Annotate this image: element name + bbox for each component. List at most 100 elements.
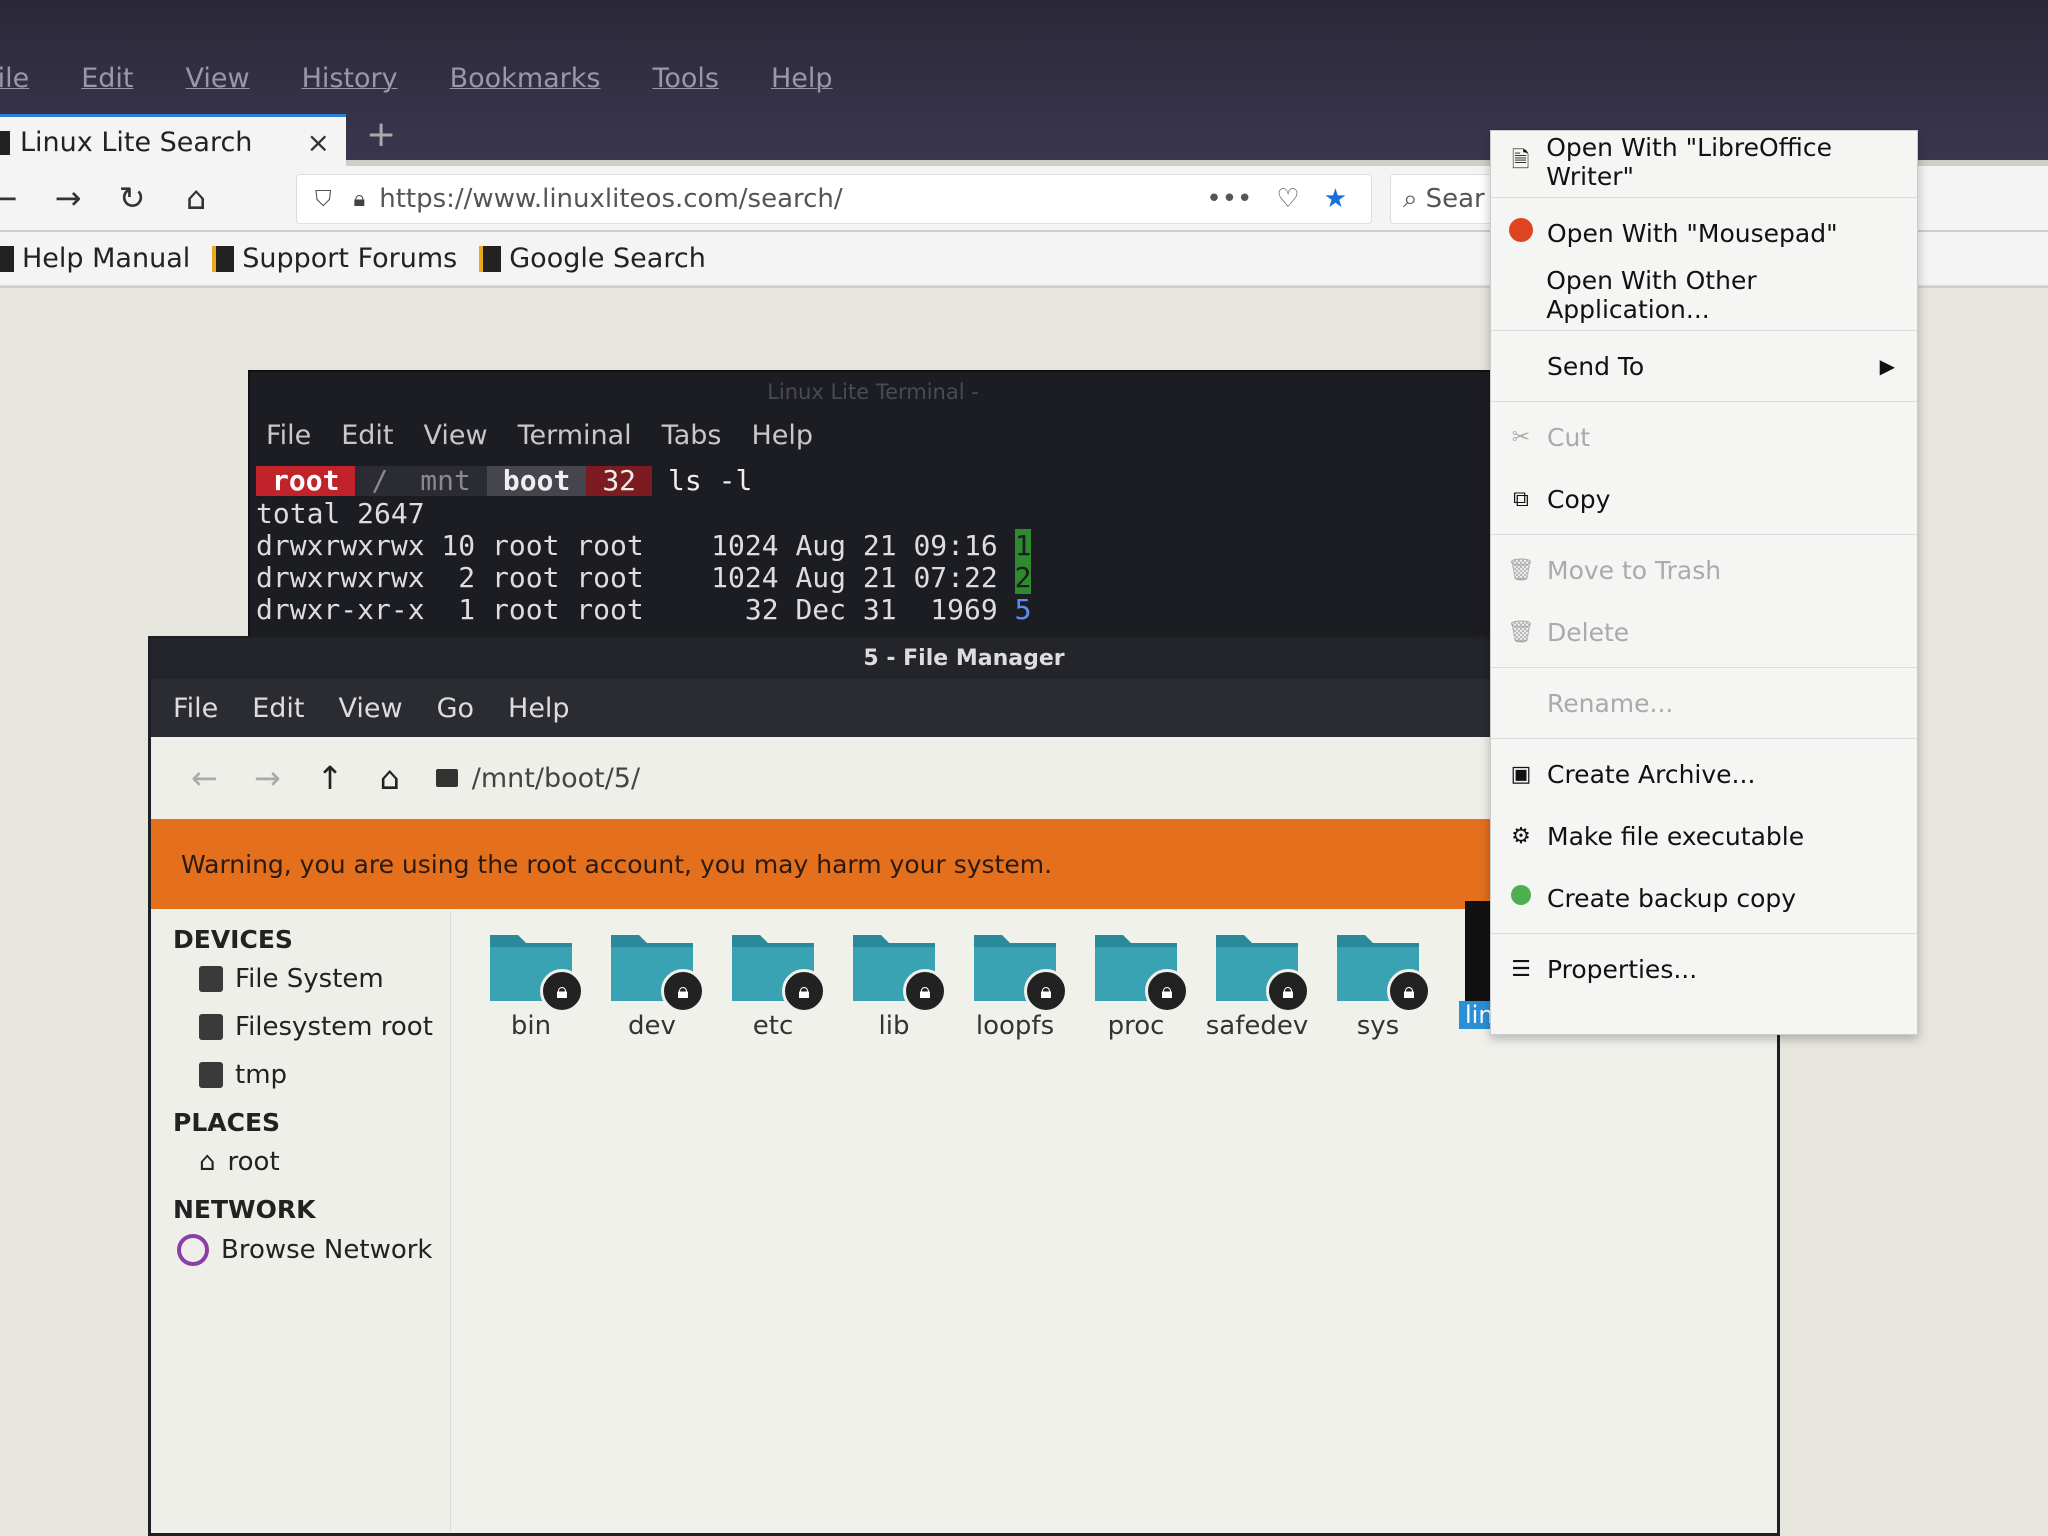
- terminal-line: total 2647: [256, 498, 1496, 530]
- reload-icon[interactable]: ↻: [118, 179, 146, 217]
- url-text[interactable]: https://www.linuxliteos.com/search/: [379, 184, 1206, 214]
- terminal-menu-file[interactable]: File: [266, 420, 311, 451]
- folder-item[interactable]: 🔒︎ dev: [592, 925, 712, 1041]
- sidebar-item-file-system[interactable]: File System: [199, 964, 450, 994]
- trash-icon: 🗑︎: [1507, 619, 1535, 645]
- folder-item[interactable]: 🔒︎ bin: [471, 925, 591, 1041]
- dir-name: 5: [1014, 593, 1032, 626]
- sidebar-item-browse-network[interactable]: Browse Network: [177, 1234, 450, 1266]
- terminal-line: drwxr-xr-x 1 root root 32 Dec 31 1969 5: [256, 594, 1496, 626]
- bookmark-star-icon[interactable]: ★: [1324, 184, 1347, 214]
- fm-menu-file[interactable]: File: [173, 693, 218, 724]
- tab-title: Linux Lite Search: [20, 127, 253, 158]
- folder-name: loopfs: [975, 1011, 1055, 1041]
- folder-item[interactable]: 🔒︎ proc: [1076, 925, 1196, 1041]
- folder-item[interactable]: 🔒︎ safedev: [1197, 925, 1317, 1041]
- network-heading: NETWORK: [173, 1195, 316, 1224]
- forward-icon[interactable]: →: [254, 759, 281, 797]
- sidebar-item-label: File System: [235, 964, 384, 994]
- browser-tab[interactable]: Linux Lite Search ×: [0, 114, 346, 168]
- page-actions-icon[interactable]: •••: [1206, 184, 1252, 214]
- separator: [1491, 667, 1917, 668]
- menu-rename[interactable]: Rename...: [1491, 672, 1917, 734]
- back-icon[interactable]: ←: [0, 179, 18, 217]
- sidebar-item-label: tmp: [235, 1060, 288, 1090]
- back-icon[interactable]: ←: [191, 759, 218, 797]
- menu-send-to[interactable]: Send To ▶: [1491, 335, 1917, 397]
- folder-item[interactable]: 🔒︎ sys: [1318, 925, 1438, 1041]
- menu-file[interactable]: File: [0, 63, 29, 94]
- menu-history[interactable]: History: [302, 63, 398, 94]
- lock-icon[interactable]: 🔒︎: [354, 187, 366, 212]
- terminal-line: drwxrwxrwx 2 root root 1024 Aug 21 07:22…: [256, 561, 1496, 594]
- menu-help[interactable]: Help: [771, 63, 833, 94]
- menu-view[interactable]: View: [185, 63, 249, 94]
- submenu-arrow-icon: ▶: [1879, 354, 1895, 378]
- bookmark-google-search[interactable]: Google Search: [479, 243, 706, 274]
- terminal-menu-view[interactable]: View: [423, 420, 487, 451]
- menu-tools[interactable]: Tools: [652, 63, 719, 94]
- terminal-window[interactable]: Linux Lite Terminal - File Edit View Ter…: [248, 370, 1498, 642]
- sidebar-item-tmp[interactable]: tmp: [199, 1060, 450, 1090]
- terminal-menu-terminal[interactable]: Terminal: [518, 420, 632, 451]
- folder-item[interactable]: 🔒︎ loopfs: [955, 925, 1075, 1041]
- menu-copy[interactable]: ⧉ Copy: [1491, 468, 1917, 530]
- folder-icon: 🔒︎: [486, 925, 584, 1013]
- home-icon[interactable]: ⌂: [379, 759, 399, 797]
- scissors-icon: ✂: [1511, 424, 1531, 450]
- bookmark-help-manual[interactable]: Help Manual: [0, 243, 190, 274]
- menu-open-with-mousepad[interactable]: Open With "Mousepad": [1491, 202, 1917, 264]
- menu-open-with-libreoffice-writer[interactable]: 🗎︎ Open With "LibreOffice Writer": [1491, 131, 1917, 193]
- new-tab-button[interactable]: +: [366, 114, 396, 155]
- menu-item-label: Make file executable: [1547, 821, 1805, 851]
- folder-item[interactable]: 🔒︎ lib: [834, 925, 954, 1041]
- menu-move-to-trash[interactable]: 🗑︎ Move to Trash: [1491, 539, 1917, 601]
- folder-icon: 🔒︎: [970, 925, 1068, 1013]
- dir-name: 2: [1014, 561, 1032, 594]
- terminal-menu-edit[interactable]: Edit: [341, 420, 393, 451]
- sidebar-item-root[interactable]: ⌂ root: [199, 1147, 450, 1177]
- tab-favicon-icon: [0, 130, 10, 155]
- menu-cut[interactable]: ✂ Cut: [1491, 406, 1917, 468]
- menu-edit[interactable]: Edit: [81, 63, 133, 94]
- terminal-output[interactable]: root / mnt boot 32 ls -l total 2647 drwx…: [250, 464, 1496, 626]
- terminal-menu-help[interactable]: Help: [751, 420, 813, 451]
- forward-icon[interactable]: →: [54, 179, 82, 217]
- lock-icon: 🔒︎: [782, 969, 826, 1013]
- menu-item-label: Open With Other Application...: [1546, 266, 1757, 324]
- fm-menu-help[interactable]: Help: [508, 693, 570, 724]
- fm-menu-go[interactable]: Go: [437, 693, 474, 724]
- terminal-menu-tabs[interactable]: Tabs: [662, 420, 722, 451]
- dir-name: 1: [1014, 529, 1032, 562]
- search-icon: ⌕: [1403, 183, 1418, 214]
- menu-create-archive[interactable]: ▣ Create Archive...: [1491, 743, 1917, 805]
- separator: [1491, 933, 1917, 934]
- menu-item-label: Delete: [1547, 617, 1630, 647]
- menu-make-file-executable[interactable]: ⚙ Make file executable: [1491, 805, 1917, 867]
- menu-create-backup-copy[interactable]: Create backup copy: [1491, 867, 1917, 929]
- lock-icon: 🔒︎: [903, 969, 947, 1013]
- parent-folder-icon[interactable]: ↑: [317, 759, 344, 797]
- context-menu: 🗎︎ Open With "LibreOffice Writer" Open W…: [1490, 130, 1918, 1035]
- menu-open-with-other-application[interactable]: Open With Other Application...: [1491, 264, 1917, 326]
- fm-menu-edit[interactable]: Edit: [252, 693, 304, 724]
- search-placeholder: Sear: [1425, 184, 1485, 214]
- tab-close-icon[interactable]: ×: [307, 126, 330, 159]
- url-bar[interactable]: ⛉ 🔒︎ https://www.linuxliteos.com/search/…: [296, 174, 1372, 224]
- menu-properties[interactable]: ☰ Properties...: [1491, 938, 1917, 1000]
- prompt-path-segment: boot: [486, 466, 587, 496]
- pocket-icon[interactable]: ♡: [1276, 184, 1299, 214]
- folder-item[interactable]: 🔒︎ etc: [713, 925, 833, 1041]
- home-icon[interactable]: ⌂: [182, 179, 210, 217]
- fm-menu-view[interactable]: View: [338, 693, 402, 724]
- folder-name: dev: [628, 1011, 676, 1041]
- sidebar-item-filesystem-root[interactable]: Filesystem root: [199, 1012, 450, 1042]
- places-heading: PLACES: [173, 1108, 281, 1137]
- menu-item-label: Create backup copy: [1547, 883, 1797, 913]
- menu-bookmarks[interactable]: Bookmarks: [450, 63, 601, 94]
- shield-icon[interactable]: ⛉: [315, 187, 332, 212]
- bookmark-support-forums[interactable]: Support Forums: [212, 243, 457, 274]
- prompt-user: root: [256, 466, 356, 496]
- menu-delete[interactable]: 🗑︎ Delete: [1491, 601, 1917, 663]
- location-path[interactable]: /mnt/boot/5/: [472, 763, 640, 794]
